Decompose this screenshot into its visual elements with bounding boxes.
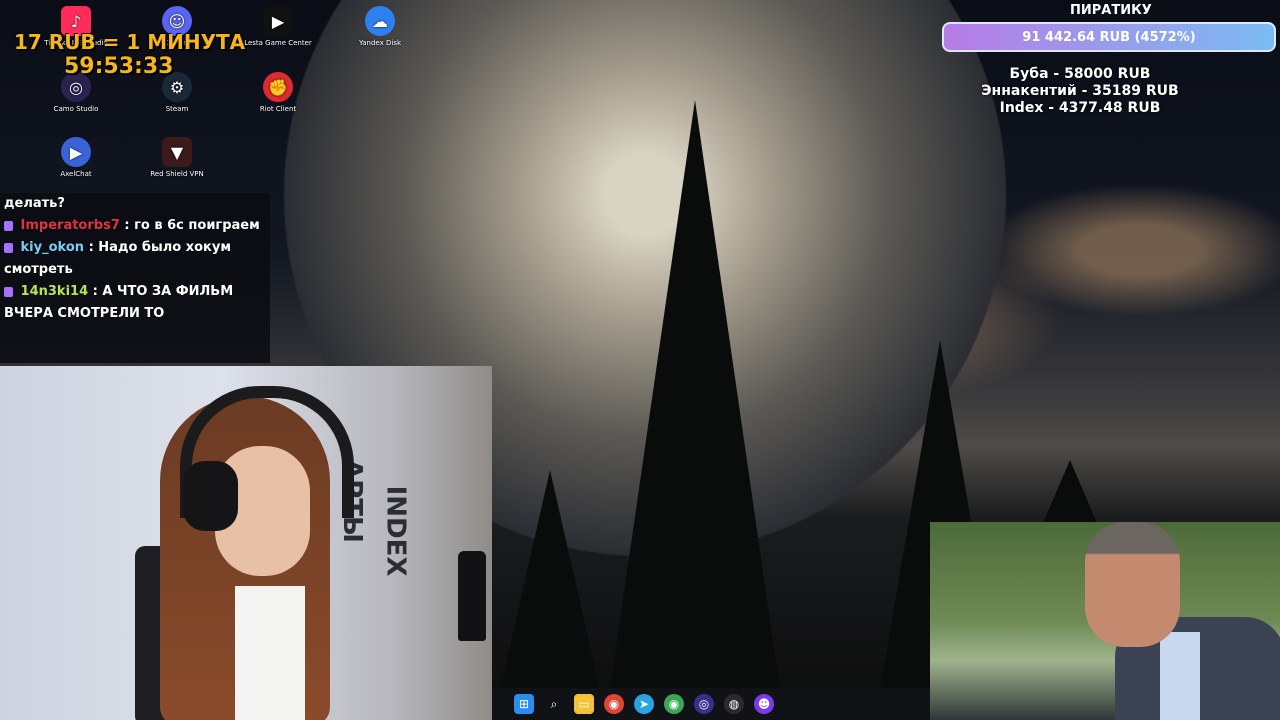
stream-chat: делать? Imperatorbs7 : го в 6с поиграем … — [0, 193, 270, 363]
twitch-badge-icon — [4, 220, 13, 231]
chrome-alt-icon[interactable]: ◉ — [664, 694, 684, 714]
desktop-icon-vpn[interactable]: ▼ Red Shield VPN — [137, 137, 217, 179]
tree-silhouette — [500, 470, 600, 690]
chat-message: 14n3ki14 : А ЧТО ЗА ФИЛЬМ ВЧЕРА СМОТРЕЛИ… — [0, 281, 270, 325]
chat-text: : го в 6с поиграем — [124, 218, 260, 233]
top-donor: Index - 4377.48 RUB — [999, 100, 1161, 116]
telegram-icon[interactable]: ➤ — [634, 694, 654, 714]
chat-message: Imperatorbs7 : го в 6с поиграем — [0, 215, 270, 237]
search-icon[interactable]: ⌕ — [544, 694, 564, 714]
riot-icon: ✊ — [263, 72, 293, 102]
camo-icon[interactable]: ◎ — [694, 694, 714, 714]
chat-message: делать? — [0, 193, 270, 215]
desktop-icon-riot[interactable]: ✊ Riot Client — [238, 72, 318, 114]
vpn-icon: ▼ — [162, 137, 192, 167]
actor-shirt — [1160, 632, 1200, 720]
taskbar: ⊞ ⌕ ▭ ◉ ➤ ◉ ◎ ◍ ☻ — [492, 688, 930, 720]
twitch-badge-icon — [4, 242, 13, 253]
top-donor: Эннакентий - 35189 RUB — [981, 83, 1179, 99]
tree-silhouette — [610, 100, 780, 690]
desktop-icon-label: Riot Client — [259, 105, 297, 113]
donation-progress-bar: 91 442.64 RUB (4572%) — [942, 22, 1276, 52]
chat-username: 14n3ki14 — [20, 284, 89, 299]
timer-clock: 59:53:33 — [64, 54, 174, 79]
desktop-icon-label: Yandex Disk — [358, 39, 402, 47]
twitch-icon[interactable]: ☻ — [754, 694, 774, 714]
windows-start-icon[interactable]: ⊞ — [514, 694, 534, 714]
chat-username: Imperatorbs7 — [20, 218, 120, 233]
streamer-shirt — [235, 586, 305, 720]
headset-earcup — [183, 461, 238, 531]
file-explorer-icon[interactable]: ▭ — [574, 694, 594, 714]
desktop-icon-yandex-disk[interactable]: ☁ Yandex Disk — [340, 6, 420, 48]
top-donor: Буба - 58000 RUB — [1009, 66, 1151, 82]
lesta-icon: ▶ — [263, 6, 293, 36]
chat-username: kiy_okon — [20, 240, 85, 255]
tree-silhouette — [1040, 460, 1100, 530]
bottle — [458, 551, 486, 641]
desktop-icon-label: Camo Studio — [53, 105, 99, 113]
movie-video — [930, 522, 1280, 720]
desktop-icon-label: Lesta Game Center — [244, 39, 312, 47]
desktop-icon-label: Red Shield VPN — [150, 170, 204, 178]
desktop-icon-axelchat[interactable]: ▶ AxelChat — [36, 137, 116, 179]
desktop-icon-label: AxelChat — [60, 170, 92, 178]
webcam-feed: АРТЫ INDEX — [0, 366, 492, 720]
actor-head — [1085, 522, 1180, 647]
axelchat-icon: ▶ — [61, 137, 91, 167]
desktop-icon-lesta[interactable]: ▶ Lesta Game Center — [238, 6, 318, 48]
obs-icon[interactable]: ◍ — [724, 694, 744, 714]
chrome-icon[interactable]: ◉ — [604, 694, 624, 714]
chat-text: делать? — [4, 196, 65, 211]
donation-goal-title: ПИРАТИКУ — [1070, 3, 1152, 18]
timer-rate: 17 RUB = 1 МИНУТА — [14, 30, 246, 54]
wall-graffiti: INDEX — [380, 485, 411, 577]
chat-message: kiy_okon : Надо было хокум смотреть — [0, 237, 270, 281]
donation-amount: 91 442.64 RUB (4572%) — [1022, 29, 1196, 45]
desktop-icon-label: Steam — [165, 105, 189, 113]
twitch-badge-icon — [4, 286, 13, 297]
yandex-disk-icon: ☁ — [365, 6, 395, 36]
